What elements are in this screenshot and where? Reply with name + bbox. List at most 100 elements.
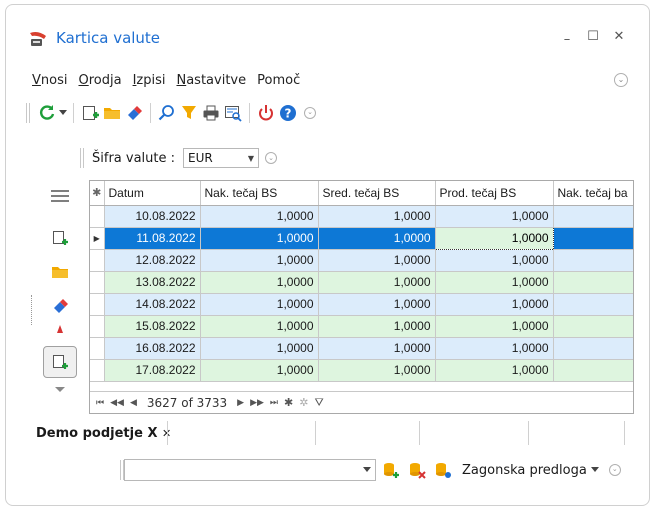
table-row[interactable]: 15.08.2022 1,0000 1,0000 1,0000 xyxy=(90,315,633,338)
maximize-button[interactable]: ☐ xyxy=(584,29,602,44)
table-row[interactable]: 12.08.2022 1,0000 1,0000 1,0000 xyxy=(90,249,633,272)
menu-izpisi[interactable]: Izpisi xyxy=(133,73,166,93)
menu-vnosi[interactable]: Vnosi xyxy=(32,73,67,93)
prev-page-button[interactable]: ◀◀ xyxy=(110,398,124,408)
open-button[interactable] xyxy=(101,102,123,124)
cell-prod-tecaj-bs[interactable]: 1,0000 xyxy=(435,271,554,294)
toolbar-options-button[interactable]: ⌄ xyxy=(299,102,321,124)
cell-prod-tecaj-bs[interactable]: 1,0000 xyxy=(435,315,554,338)
cell-nak-tecaj-bs[interactable]: 1,0000 xyxy=(200,337,319,360)
column-header-nak-tecaj-ba[interactable]: Nak. tečaj ba xyxy=(553,181,633,206)
exit-button[interactable] xyxy=(255,102,277,124)
column-header-nak-tecaj-bs[interactable]: Nak. tečaj BS xyxy=(200,181,319,206)
menu-orodja[interactable]: Orodja xyxy=(78,73,121,93)
column-header-datum[interactable]: Datum xyxy=(104,181,201,206)
print-preview-button[interactable] xyxy=(222,102,244,124)
cell-nak-tecaj-bs[interactable]: 1,0000 xyxy=(200,359,319,382)
refresh-dropdown-button[interactable] xyxy=(58,102,68,124)
cell-sred-tecaj-bs[interactable]: 1,0000 xyxy=(318,227,436,250)
row-indicator[interactable] xyxy=(90,293,105,316)
cell-prod-tecaj-bs[interactable]: 1,0000 xyxy=(434,226,554,250)
row-indicator[interactable] xyxy=(90,271,105,294)
cell-nak-tecaj-bs[interactable]: 1,0000 xyxy=(200,293,319,316)
cell-prod-tecaj-bs[interactable]: 1,0000 xyxy=(435,205,554,228)
cell-datum[interactable]: 11.08.2022 xyxy=(104,227,201,250)
cell-nak-tecaj-ba[interactable] xyxy=(553,205,633,228)
cell-datum[interactable]: 13.08.2022 xyxy=(104,271,201,294)
cell-nak-tecaj-bs[interactable]: 1,0000 xyxy=(200,205,319,228)
side-new-button[interactable] xyxy=(40,225,80,251)
first-record-button[interactable]: ⏮ xyxy=(96,398,104,408)
cell-nak-tecaj-ba[interactable] xyxy=(553,315,633,338)
startup-template-dropdown[interactable]: Zagonska predloga xyxy=(462,463,599,478)
row-indicator[interactable]: ▶ xyxy=(90,227,105,250)
side-erase-button[interactable] xyxy=(40,293,80,319)
table-row[interactable]: 16.08.2022 1,0000 1,0000 1,0000 xyxy=(90,337,633,360)
cell-nak-tecaj-ba[interactable] xyxy=(553,293,633,316)
cell-sred-tecaj-bs[interactable]: 1,0000 xyxy=(318,249,436,272)
cell-nak-tecaj-ba[interactable] xyxy=(553,271,633,294)
add-template-button[interactable] xyxy=(380,459,402,481)
cell-datum[interactable]: 17.08.2022 xyxy=(104,359,201,382)
cell-datum[interactable]: 15.08.2022 xyxy=(104,315,201,338)
table-row[interactable]: 10.08.2022 1,0000 1,0000 1,0000 xyxy=(90,205,633,228)
table-row[interactable]: 14.08.2022 1,0000 1,0000 1,0000 xyxy=(90,293,633,316)
cell-datum[interactable]: 12.08.2022 xyxy=(104,249,201,272)
print-button[interactable] xyxy=(200,102,222,124)
filter-grip[interactable] xyxy=(80,148,84,168)
new-record-button[interactable] xyxy=(79,102,101,124)
cell-sred-tecaj-bs[interactable]: 1,0000 xyxy=(318,359,436,382)
row-indicator[interactable] xyxy=(90,249,105,272)
row-indicator[interactable] xyxy=(90,205,105,228)
erase-button[interactable] xyxy=(123,102,145,124)
template-combo[interactable] xyxy=(124,459,376,481)
cell-nak-tecaj-ba[interactable] xyxy=(553,227,633,250)
cell-nak-tecaj-ba[interactable] xyxy=(553,337,633,360)
next-page-button[interactable]: ▶▶ xyxy=(250,398,264,408)
cell-sred-tecaj-bs[interactable]: 1,0000 xyxy=(318,337,436,360)
cell-sred-tecaj-bs[interactable]: 1,0000 xyxy=(318,205,436,228)
row-indicator[interactable] xyxy=(90,315,105,338)
cell-sred-tecaj-bs[interactable]: 1,0000 xyxy=(318,293,436,316)
toolbar-grip[interactable] xyxy=(26,103,30,123)
minimize-button[interactable]: – xyxy=(558,32,576,47)
search-button[interactable] xyxy=(156,102,178,124)
table-row[interactable]: 17.08.2022 1,0000 1,0000 1,0000 xyxy=(90,359,633,382)
cell-sred-tecaj-bs[interactable]: 1,0000 xyxy=(318,315,436,338)
side-partial-button[interactable] xyxy=(40,321,80,333)
menu-options-chevron-icon[interactable]: ⌄ xyxy=(614,73,628,87)
cell-prod-tecaj-bs[interactable]: 1,0000 xyxy=(435,359,554,382)
hamburger-menu-button[interactable] xyxy=(40,183,80,209)
column-header-sred-tecaj-bs[interactable]: Sred. tečaj BS xyxy=(318,181,436,206)
delete-template-button[interactable] xyxy=(406,459,428,481)
tab-demo-podjetje[interactable]: Demo podjetje X ✕ xyxy=(36,426,171,441)
filter-record-button[interactable]: ⛛ xyxy=(314,396,323,410)
side-new-active-button[interactable] xyxy=(43,346,77,378)
help-button[interactable]: ? xyxy=(277,102,299,124)
select-all-icon[interactable]: ✱ xyxy=(90,181,105,206)
row-indicator[interactable] xyxy=(90,337,105,360)
cell-nak-tecaj-bs[interactable]: 1,0000 xyxy=(200,271,319,294)
side-scroll-down-button[interactable] xyxy=(40,383,80,397)
cell-datum[interactable]: 16.08.2022 xyxy=(104,337,201,360)
cell-nak-tecaj-ba[interactable] xyxy=(553,249,633,272)
menu-pomoc[interactable]: Pomoč xyxy=(257,73,300,93)
cell-datum[interactable]: 10.08.2022 xyxy=(104,205,201,228)
table-row[interactable]: ▶ 11.08.2022 1,0000 1,0000 1,0000 xyxy=(90,226,633,250)
cell-prod-tecaj-bs[interactable]: 1,0000 xyxy=(435,249,554,272)
cell-sred-tecaj-bs[interactable]: 1,0000 xyxy=(318,271,436,294)
row-indicator[interactable] xyxy=(90,359,105,382)
filter-button[interactable] xyxy=(178,102,200,124)
append-record-button[interactable]: ✱ xyxy=(284,396,293,409)
column-header-prod-tecaj-bs[interactable]: Prod. tečaj BS xyxy=(435,181,554,206)
prev-record-button[interactable]: ◀ xyxy=(130,398,137,408)
cell-datum[interactable]: 14.08.2022 xyxy=(104,293,201,316)
cell-prod-tecaj-bs[interactable]: 1,0000 xyxy=(435,293,554,316)
next-record-button[interactable]: ▶ xyxy=(237,398,244,408)
cell-nak-tecaj-ba[interactable] xyxy=(553,359,633,382)
currency-code-select[interactable]: EUR ▼ xyxy=(183,148,260,168)
bottom-options-chevron-icon[interactable]: ⌄ xyxy=(608,464,621,476)
cell-nak-tecaj-bs[interactable]: 1,0000 xyxy=(200,227,319,250)
side-open-button[interactable] xyxy=(40,259,80,285)
template-settings-button[interactable] xyxy=(432,459,454,481)
